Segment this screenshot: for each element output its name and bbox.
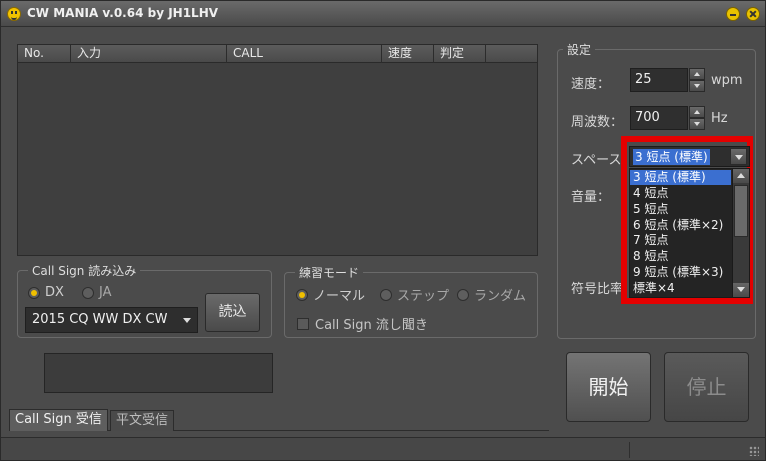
frequency-label: 周波数： <box>571 115 624 130</box>
chevron-down-icon <box>183 318 191 323</box>
radio-dx-label: DX <box>45 285 64 300</box>
tab-callsign-receive[interactable]: Call Sign 受信 <box>9 409 108 431</box>
column-input[interactable]: 入力 <box>71 45 227 63</box>
radio-dot-icon <box>28 286 40 299</box>
speed-spinner[interactable] <box>689 68 705 92</box>
column-judge[interactable]: 判定 <box>434 45 486 63</box>
settings-title: 設定 <box>563 41 596 58</box>
radio-normal[interactable]: ノーマル <box>296 285 365 304</box>
app-window: CW MANIA v.0.64 by JH1LHV No. 入力 CALL 速度… <box>0 0 766 461</box>
column-call[interactable]: CALL <box>227 45 382 63</box>
space-option[interactable]: 4 短点 <box>630 186 731 201</box>
close-icon[interactable] <box>746 7 760 21</box>
radio-dot-icon <box>457 288 469 301</box>
radio-dot-icon <box>296 288 308 301</box>
space-option[interactable]: 3 短点 (標準) <box>630 170 731 185</box>
tab-plaintext-receive[interactable]: 平文受信 <box>110 410 175 431</box>
space-option[interactable]: 7 短点 <box>630 233 731 248</box>
spin-down-icon[interactable] <box>689 80 705 92</box>
speed-label: 速度： <box>571 77 611 92</box>
callsign-file-select[interactable]: 2015 CQ WW DX CW <box>25 307 198 333</box>
status-display <box>44 353 273 393</box>
callsign-group-title: Call Sign 読み込み <box>28 262 141 279</box>
scroll-thumb[interactable] <box>734 185 748 237</box>
radio-ja-label: JA <box>99 285 112 300</box>
ratio-label: 符号比率 <box>571 282 624 297</box>
radio-step-label: ステップ <box>397 289 450 304</box>
space-option[interactable]: 8 短点 <box>630 249 731 264</box>
radio-dot-icon <box>82 286 94 299</box>
radio-random[interactable]: ランダム <box>457 285 526 304</box>
callsign-file-value: 2015 CQ WW DX CW <box>32 312 168 327</box>
frequency-unit: Hz <box>711 111 728 126</box>
spin-down-icon[interactable] <box>689 118 705 130</box>
smiley-app-icon <box>7 7 21 21</box>
minimize-icon[interactable] <box>726 7 740 21</box>
listen-checkbox-label: Call Sign 流し聞き <box>315 318 428 333</box>
radio-random-label: ランダム <box>474 289 527 304</box>
radio-dot-icon <box>380 288 392 301</box>
resize-grip-icon[interactable] <box>749 446 759 456</box>
space-select[interactable]: 3 短点 (標準) <box>629 146 750 167</box>
radio-ja[interactable]: JA <box>82 285 112 300</box>
radio-step[interactable]: ステップ <box>380 285 449 304</box>
volume-label: 音量： <box>571 190 611 205</box>
window-title: CW MANIA v.0.64 by JH1LHV <box>27 6 219 20</box>
chevron-down-icon[interactable] <box>730 148 747 165</box>
column-speed[interactable]: 速度 <box>382 45 434 63</box>
spin-up-icon[interactable] <box>689 68 705 80</box>
column-no[interactable]: No. <box>18 45 71 63</box>
radio-normal-label: ノーマル <box>313 289 366 304</box>
space-label: スペース <box>571 153 622 168</box>
space-select-value: 3 短点 (標準) <box>633 149 710 165</box>
spin-up-icon[interactable] <box>689 106 705 118</box>
scroll-down-icon[interactable] <box>733 283 749 297</box>
load-button[interactable]: 読込 <box>205 293 260 332</box>
space-option[interactable]: 標準×4 <box>630 281 731 296</box>
space-option[interactable]: 9 短点 (標準×3) <box>630 265 731 280</box>
speed-input[interactable]: 25 <box>630 68 688 92</box>
scroll-up-icon[interactable] <box>733 169 749 183</box>
frequency-input[interactable]: 700 <box>630 106 688 130</box>
speed-unit: wpm <box>711 73 743 88</box>
list-header: No. 入力 CALL 速度 判定 <box>18 45 537 63</box>
listen-checkbox[interactable]: Call Sign 流し聞き <box>297 314 428 333</box>
stop-button[interactable]: 停止 <box>664 352 749 422</box>
practice-mode-title: 練習モード <box>295 264 364 281</box>
frequency-spinner[interactable] <box>689 106 705 130</box>
radio-dx[interactable]: DX <box>28 285 64 300</box>
results-list[interactable]: No. 入力 CALL 速度 判定 <box>17 44 538 256</box>
space-dropdown-list[interactable]: 3 短点 (標準) 4 短点 5 短点 6 短点 (標準×2) 7 短点 8 短… <box>629 168 750 298</box>
space-option[interactable]: 6 短点 (標準×2) <box>630 218 731 233</box>
checkbox-icon <box>297 317 309 330</box>
status-bar <box>1 437 765 460</box>
status-separator <box>629 442 630 458</box>
dropdown-scrollbar[interactable] <box>732 169 749 297</box>
title-bar: CW MANIA v.0.64 by JH1LHV <box>1 1 765 27</box>
start-button[interactable]: 開始 <box>566 352 651 422</box>
space-option[interactable]: 5 短点 <box>630 202 731 217</box>
